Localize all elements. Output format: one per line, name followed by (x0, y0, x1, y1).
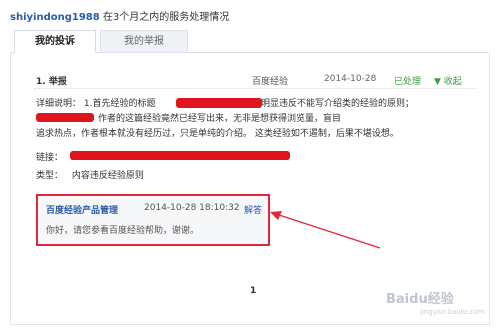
pagination-current[interactable]: 1 (250, 286, 256, 296)
type-row: 类型： 内容违反经验原则 (36, 168, 144, 181)
complaint-source: 百度经验 (252, 77, 289, 87)
tab-bar: 我的投诉 我的举报 (10, 30, 488, 53)
username-link[interactable]: shiyindong1988 (10, 12, 100, 23)
reply-box: 百度经验产品管理 2014-10-28 18:10:32 解答 你好，请您参看百… (36, 194, 270, 246)
redaction-mark-link (70, 151, 290, 160)
reply-author[interactable]: 百度经验产品管理 (46, 203, 118, 216)
content-panel (10, 52, 490, 325)
divider (34, 88, 476, 89)
tab-my-complaints[interactable]: 我的投诉 (14, 30, 96, 53)
link-row: 链接： (36, 150, 63, 163)
watermark-logo: Baidu经验 (386, 292, 454, 307)
type-value: 内容违反经验原则 (71, 171, 144, 181)
reply-time: 2014-10-28 18:10:32 (144, 203, 240, 213)
page-header: shiyindong1988 在3个月之内的服务处理情况 (10, 8, 229, 23)
redaction-mark-title (176, 98, 262, 108)
reply-answer-label: 解答 (244, 206, 263, 216)
header-text: 在3个月之内的服务处理情况 (102, 12, 230, 23)
detail-line2: 作者的这篇经验竟然已经写出来，无非是想获得浏览量，盲目 (98, 114, 342, 124)
watermark-url: jingyan.baidu.com (420, 308, 485, 316)
detail-line3: 追求热点，作者根本就没有经历过，只是单纯的介绍。 这类经验如不遏制，后果不堪设想… (36, 129, 399, 139)
detail-line1b: 】，明显违反不能写介绍类的经验的原则； (247, 99, 414, 109)
status-badge: 已处理 (394, 77, 422, 87)
annotation-arrow-icon (270, 211, 381, 249)
detail-line1: 详细说明： 1.首先经验的标题 (36, 99, 156, 109)
collapse-toggle[interactable]: ▼ 收起 (434, 74, 462, 87)
complaint-title: 1. 举报 (36, 77, 67, 87)
link-label: 链接： (36, 153, 64, 163)
redaction-mark-line2 (36, 113, 94, 122)
tab-my-reports[interactable]: 我的举报 (100, 30, 188, 53)
type-label: 类型： (36, 171, 64, 181)
reply-message: 你好，请您参看百度经验帮助，谢谢。 (46, 226, 200, 236)
complaint-date: 2014-10-28 (324, 74, 377, 84)
